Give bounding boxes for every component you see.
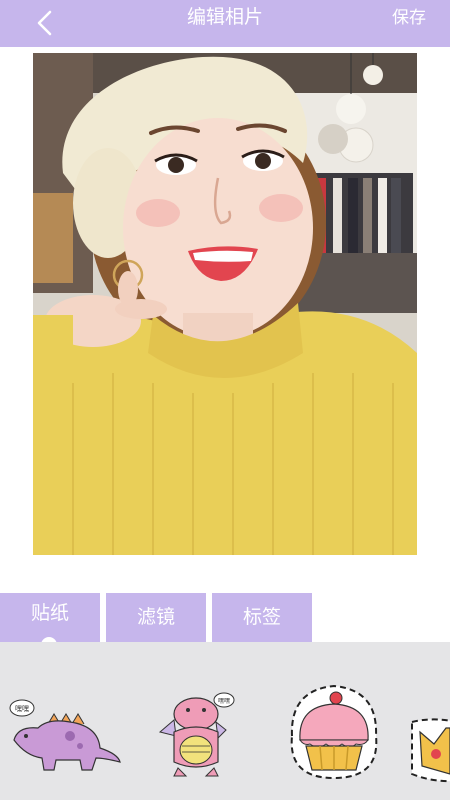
tab-filters[interactable]: 滤镜 [106, 593, 206, 642]
dragon-icon: 嘿嘿 [158, 692, 235, 777]
sticker-dragon[interactable]: 嘿嘿 [156, 692, 236, 778]
photo-canvas-area [0, 47, 450, 593]
sticker-dinosaur[interactable]: 嘿嘿 [8, 696, 124, 776]
dinosaur-caption: 嘿嘿 [15, 705, 29, 713]
save-button[interactable]: 保存 [392, 0, 426, 36]
dragon-caption: 嘿嘿 [218, 698, 230, 705]
tool-tabs: 贴纸 滤镜 标签 [0, 593, 450, 646]
tab-labels-label: 标签 [242, 606, 281, 628]
tab-stickers-label: 贴纸 [30, 602, 69, 624]
cupcake-icon [290, 684, 378, 780]
photo[interactable] [33, 53, 417, 555]
top-bar: 编辑相片 保存 [0, 0, 450, 47]
sticker-tray: 嘿嘿 嘿嘿 [0, 642, 450, 800]
dinosaur-icon: 嘿嘿 [9, 699, 121, 771]
sticker-cupcake[interactable] [284, 682, 384, 782]
tab-filters-label: 滤镜 [136, 606, 175, 628]
portrait-photo-image [33, 53, 417, 555]
sticker-crown[interactable] [406, 714, 450, 784]
page-title: 编辑相片 [186, 6, 263, 28]
tab-stickers[interactable]: 贴纸 [0, 593, 100, 646]
tab-labels[interactable]: 标签 [212, 593, 312, 642]
crown-icon [411, 718, 450, 783]
